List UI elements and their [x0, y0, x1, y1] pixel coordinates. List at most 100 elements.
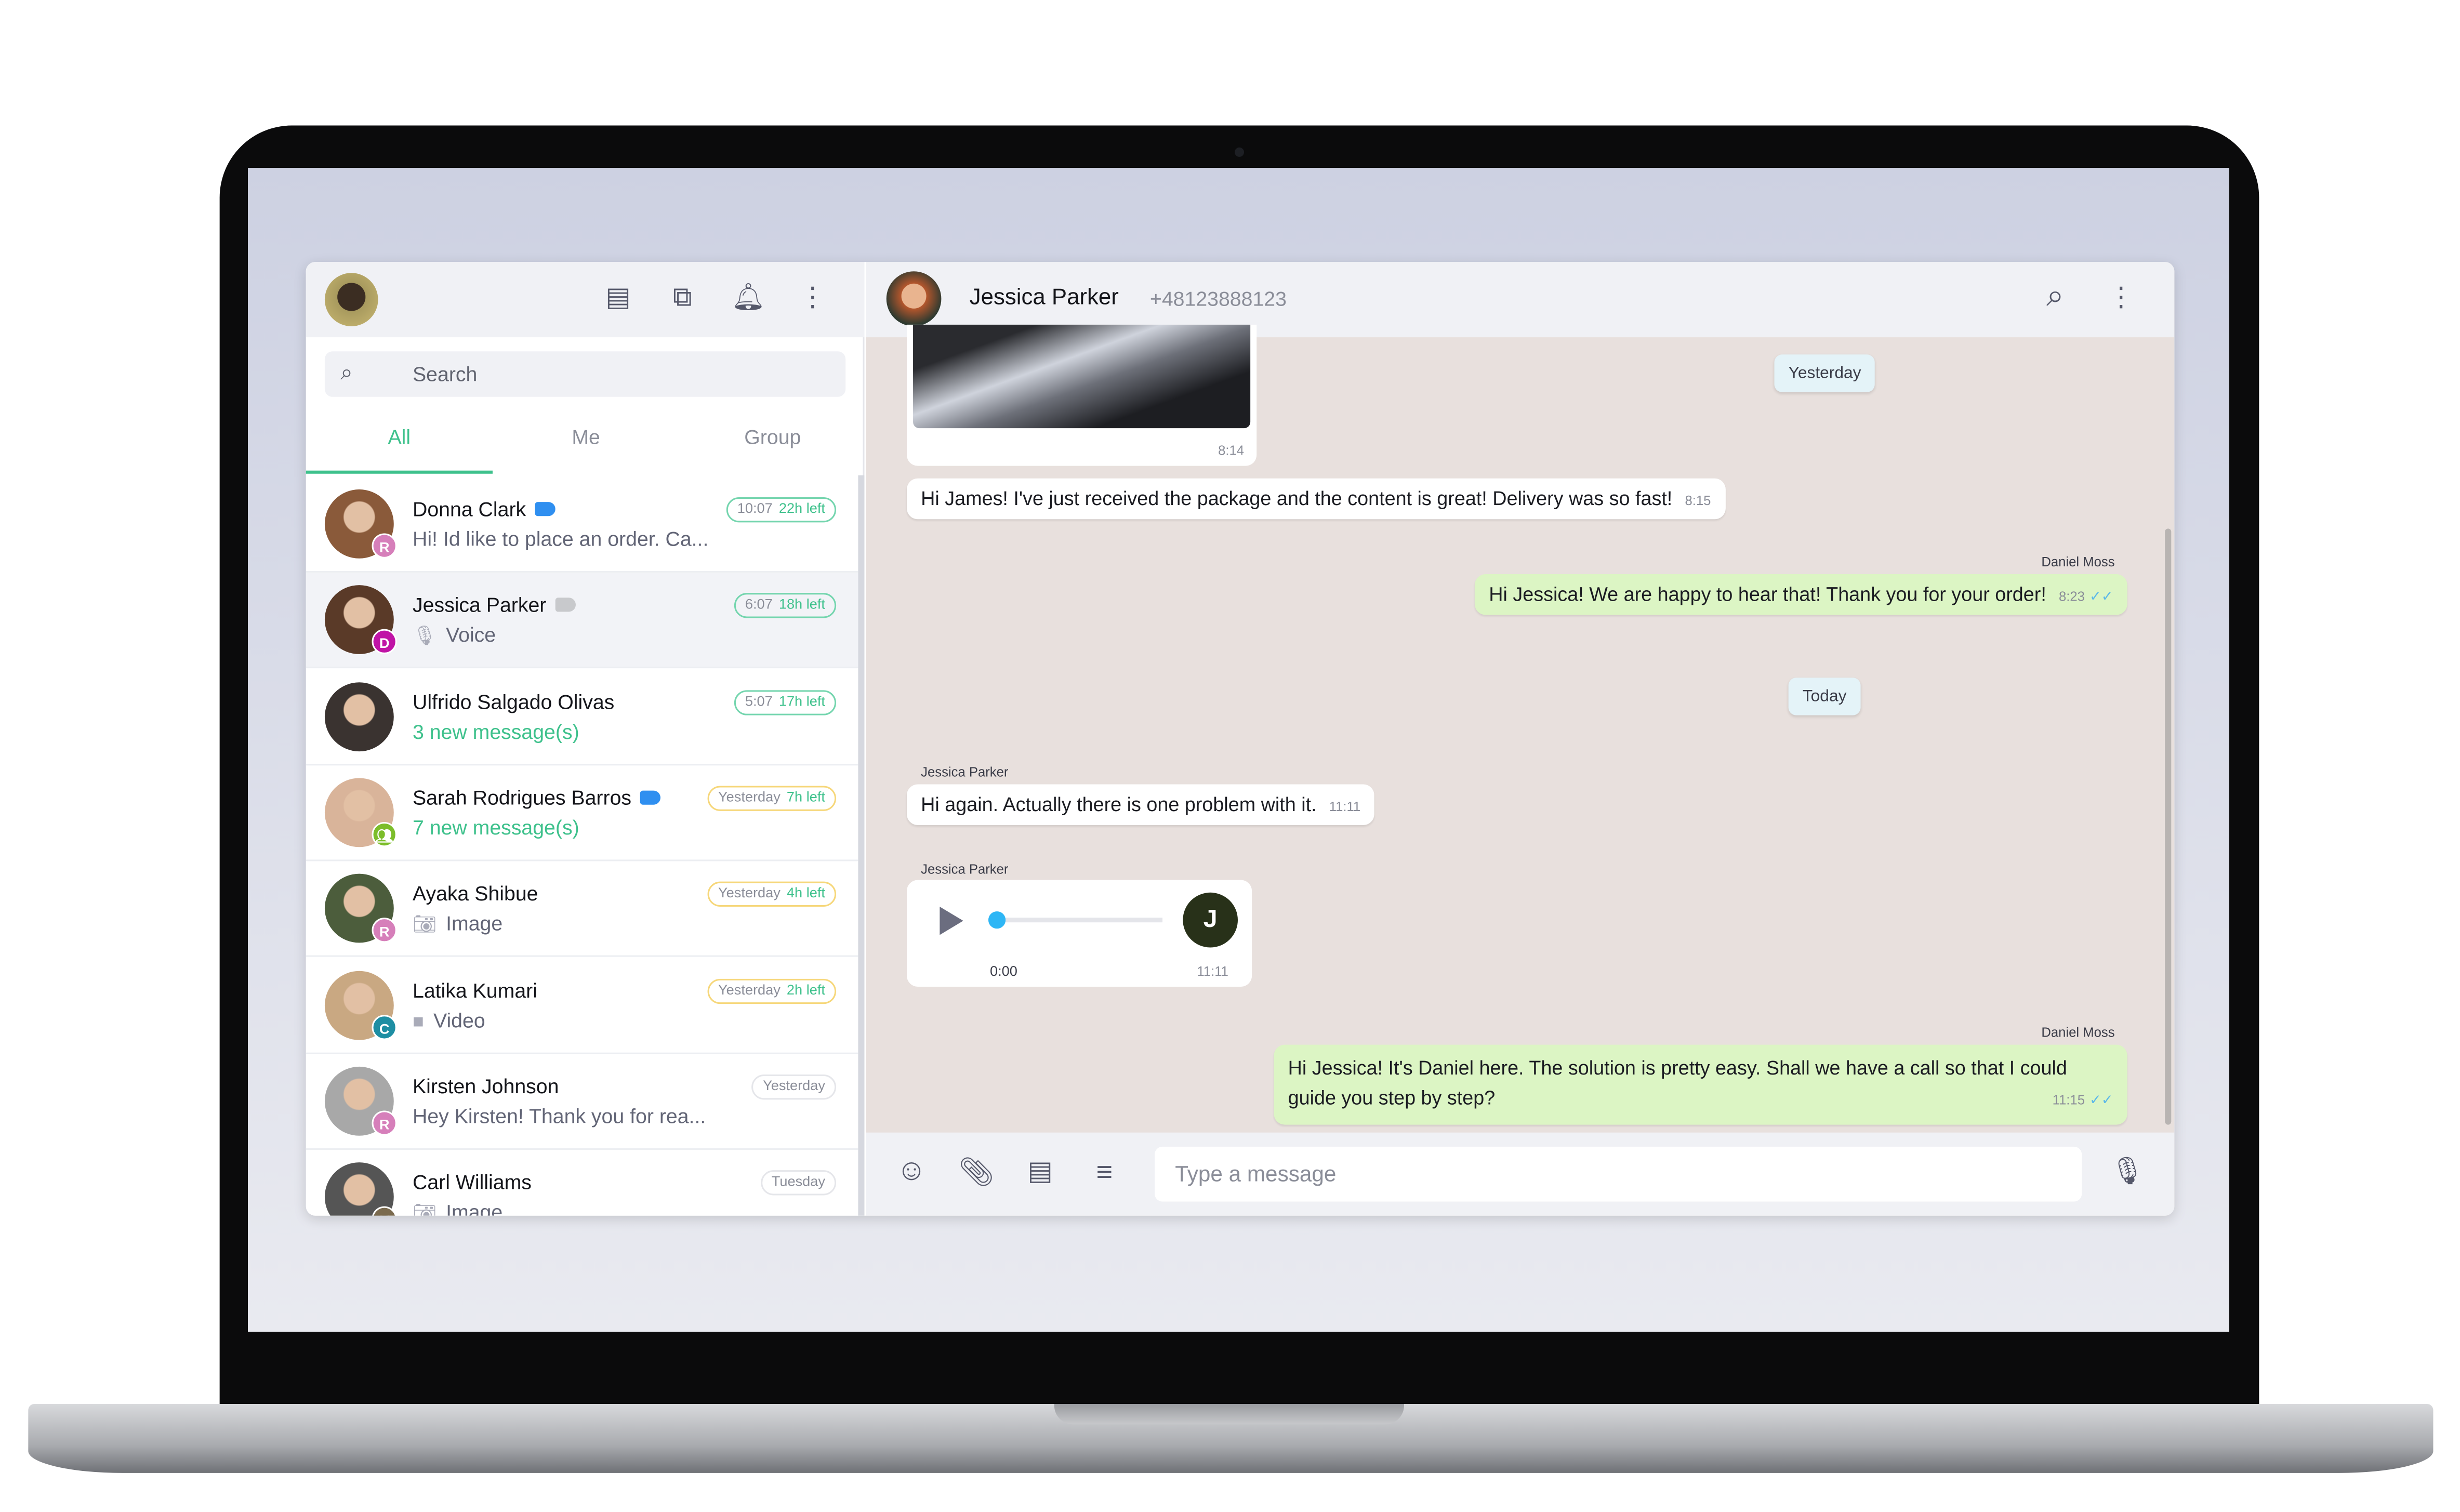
message-time: 11:15 [2052, 1092, 2085, 1108]
message-text: Hi James! I've just received the package… [921, 487, 1673, 510]
contact-name[interactable]: Jessica Parker [970, 285, 1119, 310]
chat-list-item[interactable]: C Latika Kumari ■ Video Yesterday 2h left [306, 958, 858, 1054]
message-preview-row: Hey Kirsten! Thank you for rea... [413, 1104, 706, 1128]
sender-name: Daniel Moss [2041, 1024, 2115, 1040]
contact-avatar[interactable] [886, 271, 942, 326]
message-text: Hi Jessica! We are happy to hear that! T… [1489, 583, 2046, 606]
message-preview: Voice [446, 623, 496, 647]
last-time: Yesterday [718, 981, 781, 997]
label-tag-icon [641, 790, 662, 805]
tab-group[interactable]: Group [679, 425, 866, 448]
incoming-message[interactable]: Hi James! I've just received the package… [906, 478, 1725, 520]
last-time: 5:07 [745, 693, 773, 709]
outgoing-message[interactable]: Hi Jessica! It's Daniel here. The soluti… [1274, 1044, 2127, 1125]
user-avatar[interactable] [324, 273, 378, 326]
sender-name: Daniel Moss [2041, 553, 2115, 569]
camera [1234, 147, 1245, 157]
voice-progress-track[interactable] [993, 918, 1163, 923]
chat-list-item[interactable]: R Ayaka Shibue 📷︎ Image Yesterday 4h left [306, 861, 858, 958]
contact-name: Latika Kumari [412, 978, 537, 1002]
message-preview: Video [433, 1007, 485, 1031]
group-icon: 👥︎ [372, 821, 397, 847]
image-message[interactable]: 8:14 [906, 324, 1257, 466]
last-time: 6:07 [745, 596, 773, 613]
more-menu-icon[interactable]: ⋮ [2104, 282, 2138, 313]
contact-name: Carl Williams [412, 1170, 532, 1194]
contact-name-row: Jessica Parker [413, 593, 576, 617]
broadcast-icon[interactable]: ⧉ [665, 282, 699, 313]
message-preview: Hi! Id like to place an order. Ca... [412, 527, 709, 551]
label-tag-icon [556, 598, 576, 613]
time-pill: Yesterday 7h left [707, 786, 837, 811]
chat-list-item[interactable]: D Jessica Parker 🎙︎ Voice 6:07 18h left [306, 573, 858, 669]
date-chip: Today [1788, 678, 1861, 715]
incoming-message[interactable]: Hi again. Actually there is one problem … [906, 784, 1375, 825]
time-left: 18h left [778, 596, 825, 613]
chat-list-item[interactable]: Ulfrido Salgado Olivas 3 new message(s) 5:… [306, 669, 858, 765]
message-input[interactable]: Type a message [1154, 1146, 2082, 1202]
message-preview-row: 7 new message(s) [413, 816, 579, 839]
tab-all[interactable]: All [306, 425, 493, 448]
image-thumbnail[interactable] [913, 324, 1251, 429]
message-preview-row: Hi! Id like to place an order. Ca... [413, 527, 708, 550]
last-time: Yesterday [718, 885, 781, 901]
message-preview-row: 🎙︎ Voice [413, 623, 496, 646]
voice-message: J 0:00 11:11 [906, 880, 1252, 987]
bell-icon[interactable]: 🔔︎ [731, 282, 765, 313]
search-icon: ⌕ [340, 359, 353, 384]
more-menu-icon[interactable]: ⋮ [796, 282, 830, 313]
quick-reply-icon[interactable]: ▤ [1023, 1156, 1057, 1187]
agent-badge: R [372, 1110, 397, 1136]
voice-progress-handle[interactable] [988, 911, 1006, 929]
last-time: Yesterday [763, 1077, 825, 1093]
laptop-notch [1054, 1404, 1405, 1425]
mic-icon[interactable]: 🎙︎ [2110, 1156, 2145, 1187]
contact-name-row: Carl Williams [413, 1170, 532, 1193]
time-pill: Yesterday [751, 1074, 837, 1099]
voice-elapsed: 0:00 [989, 963, 1017, 979]
message-preview: 7 new message(s) [412, 815, 579, 839]
message-preview-row: 📷︎ Image [413, 912, 502, 935]
contact-name: Donna Clark [412, 497, 526, 521]
time-pill: 10:07 22h left [726, 497, 837, 523]
message-time: 11:11 [1197, 963, 1228, 979]
tab-me[interactable]: Me [493, 425, 679, 448]
contact-name-row: Donna Clark [413, 497, 556, 521]
search-input[interactable]: ⌕ Search [324, 351, 846, 397]
new-chat-icon[interactable]: ▤ [601, 282, 635, 313]
agent-badge: R [372, 533, 397, 559]
voice-avatar: J [1183, 892, 1238, 948]
sidebar-scrollbar[interactable] [858, 475, 865, 1216]
time-left: 22h left [778, 500, 825, 516]
play-icon[interactable] [940, 906, 963, 935]
template-icon[interactable]: ≡ [1087, 1156, 1121, 1187]
contact-name-row: Sarah Rodrigues Barros [412, 786, 662, 810]
contact-name: Sarah Rodrigues Barros [412, 786, 632, 810]
message-preview-row: 3 new message(s) [413, 719, 579, 742]
message-preview: 3 new message(s) [412, 719, 579, 743]
time-left: 4h left [786, 885, 825, 901]
chat-list-item[interactable]: 👥︎ Sarah Rodrigues Barros 7 new message(s)… [306, 765, 858, 861]
sidebar-header: ▤ ⧉ 🔔︎ ⋮ [306, 262, 865, 338]
search-icon[interactable]: ⌕ [2038, 281, 2072, 312]
outgoing-message[interactable]: Hi Jessica! We are happy to hear that! T… [1475, 574, 2127, 615]
chat-list-item[interactable]: R Kirsten Johnson Hey Kirsten! Thank you f… [306, 1054, 858, 1150]
mic-icon: 🎙︎ [412, 625, 437, 647]
chat-list-item[interactable]: R Donna Clark Hi! Id like to place an orde… [306, 477, 858, 573]
chat-list-item[interactable]: KCarl Williams📷︎ImageTuesday [306, 1150, 858, 1216]
attach-icon[interactable]: 📎︎ [959, 1156, 995, 1187]
chat-app: ▤ ⧉ 🔔︎ ⋮ ⌕ Search All Me Group R Donna Cl… [306, 262, 2175, 1216]
chat-scrollbar[interactable] [2165, 528, 2172, 1125]
active-tab-indicator [306, 470, 493, 474]
message-preview: Image [446, 911, 503, 935]
emoji-icon[interactable]: ☺ [894, 1155, 929, 1187]
agent-badge: D [372, 629, 397, 655]
video-icon: ■ [412, 1009, 424, 1031]
message-preview: Image [446, 1200, 503, 1216]
camera-icon: 📷︎ [412, 913, 437, 935]
time-pill: 5:07 17h left [734, 689, 837, 715]
message-time: 8:15 [1685, 492, 1711, 509]
message-preview-row: ■ Video [413, 1008, 485, 1031]
contact-name-row: Ulfrido Salgado Olivas [413, 689, 614, 713]
time-pill: Yesterday 2h left [707, 978, 837, 1003]
